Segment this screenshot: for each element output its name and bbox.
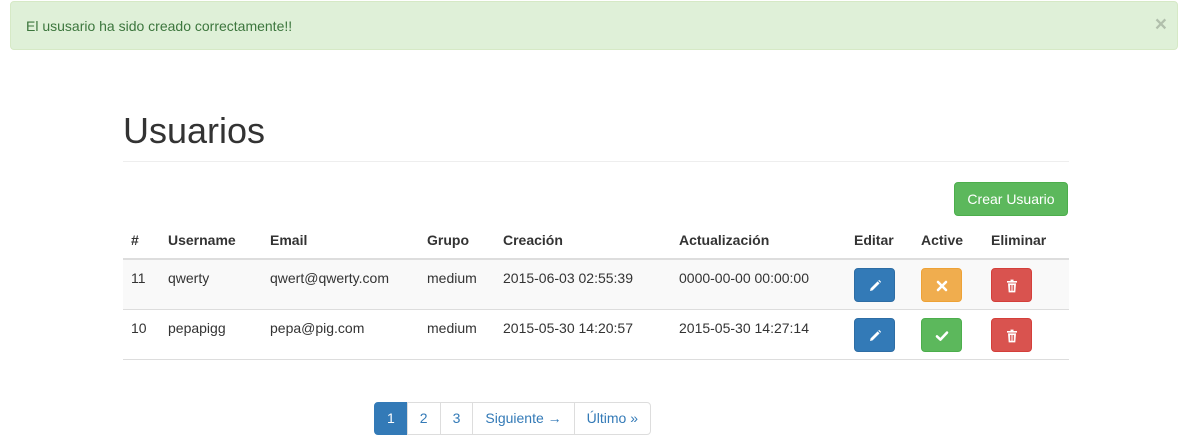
last-page-link[interactable]: Último » — [573, 402, 652, 435]
delete-button[interactable] — [991, 268, 1032, 302]
activate-toggle-button[interactable] — [921, 317, 962, 352]
check-icon — [935, 330, 949, 341]
header-username: Username — [160, 222, 262, 260]
edit-button[interactable] — [854, 317, 895, 352]
page-link-2[interactable]: 2 — [406, 402, 441, 435]
table-header-row: # Username Email Grupo Creación Actualiz… — [123, 222, 1069, 260]
cell-editar — [846, 309, 913, 360]
next-page-link[interactable]: Siguiente → — [472, 402, 575, 435]
cell-creacion: 2015-05-30 14:20:57 — [495, 309, 671, 360]
cell-email: qwert@qwerty.com — [262, 259, 419, 310]
cell-username: pepapigg — [160, 309, 262, 360]
create-user-button[interactable]: Crear Usuario — [954, 182, 1068, 216]
cell-grupo: medium — [419, 259, 495, 310]
cell-eliminar — [983, 259, 1069, 310]
header-eliminar: Eliminar — [983, 222, 1069, 260]
page-link-3[interactable]: 3 — [439, 402, 474, 435]
alert-message: El ususario ha sido creado correctamente… — [26, 18, 293, 34]
users-table: # Username Email Grupo Creación Actualiz… — [123, 222, 1069, 360]
header-active: Active — [913, 222, 983, 260]
cell-username: qwerty — [160, 259, 262, 310]
activate-toggle-button[interactable] — [921, 268, 962, 302]
cell-active — [913, 259, 983, 310]
trash-icon — [1007, 329, 1017, 342]
header-grupo: Grupo — [419, 222, 495, 260]
times-icon — [936, 280, 948, 292]
page-title: Usuarios — [123, 110, 266, 151]
cell-active — [913, 309, 983, 360]
cell-id: 11 — [123, 259, 160, 310]
success-alert: El ususario ha sido creado correctamente… — [10, 1, 1178, 50]
header-actualizacion: Actualización — [671, 222, 846, 260]
pencil-icon — [870, 279, 882, 291]
cell-editar — [846, 259, 913, 310]
header-email: Email — [262, 222, 419, 260]
title-divider — [123, 161, 1069, 162]
header-id: # — [123, 222, 160, 260]
edit-button[interactable] — [854, 268, 895, 302]
pagination: 1 2 3 Siguiente → Último » — [374, 402, 652, 435]
close-icon[interactable]: × — [1155, 14, 1167, 35]
cell-eliminar — [983, 309, 1069, 360]
cell-email: pepa@pig.com — [262, 309, 419, 360]
delete-button[interactable] — [991, 317, 1032, 352]
cell-creacion: 2015-06-03 02:55:39 — [495, 259, 671, 310]
trash-icon — [1007, 279, 1017, 293]
header-creacion: Creación — [495, 222, 671, 260]
table-row: 10 pepapigg pepa@pig.com medium 2015-05-… — [123, 309, 1069, 360]
cell-actualizacion: 2015-05-30 14:27:14 — [671, 309, 846, 360]
page-link-1[interactable]: 1 — [374, 402, 408, 435]
cell-actualizacion: 0000-00-00 00:00:00 — [671, 259, 846, 310]
cell-id: 10 — [123, 309, 160, 360]
cell-grupo: medium — [419, 309, 495, 360]
table-row: 11 qwerty qwert@qwerty.com medium 2015-0… — [123, 259, 1069, 310]
header-editar: Editar — [846, 222, 913, 260]
pencil-icon — [870, 329, 882, 341]
